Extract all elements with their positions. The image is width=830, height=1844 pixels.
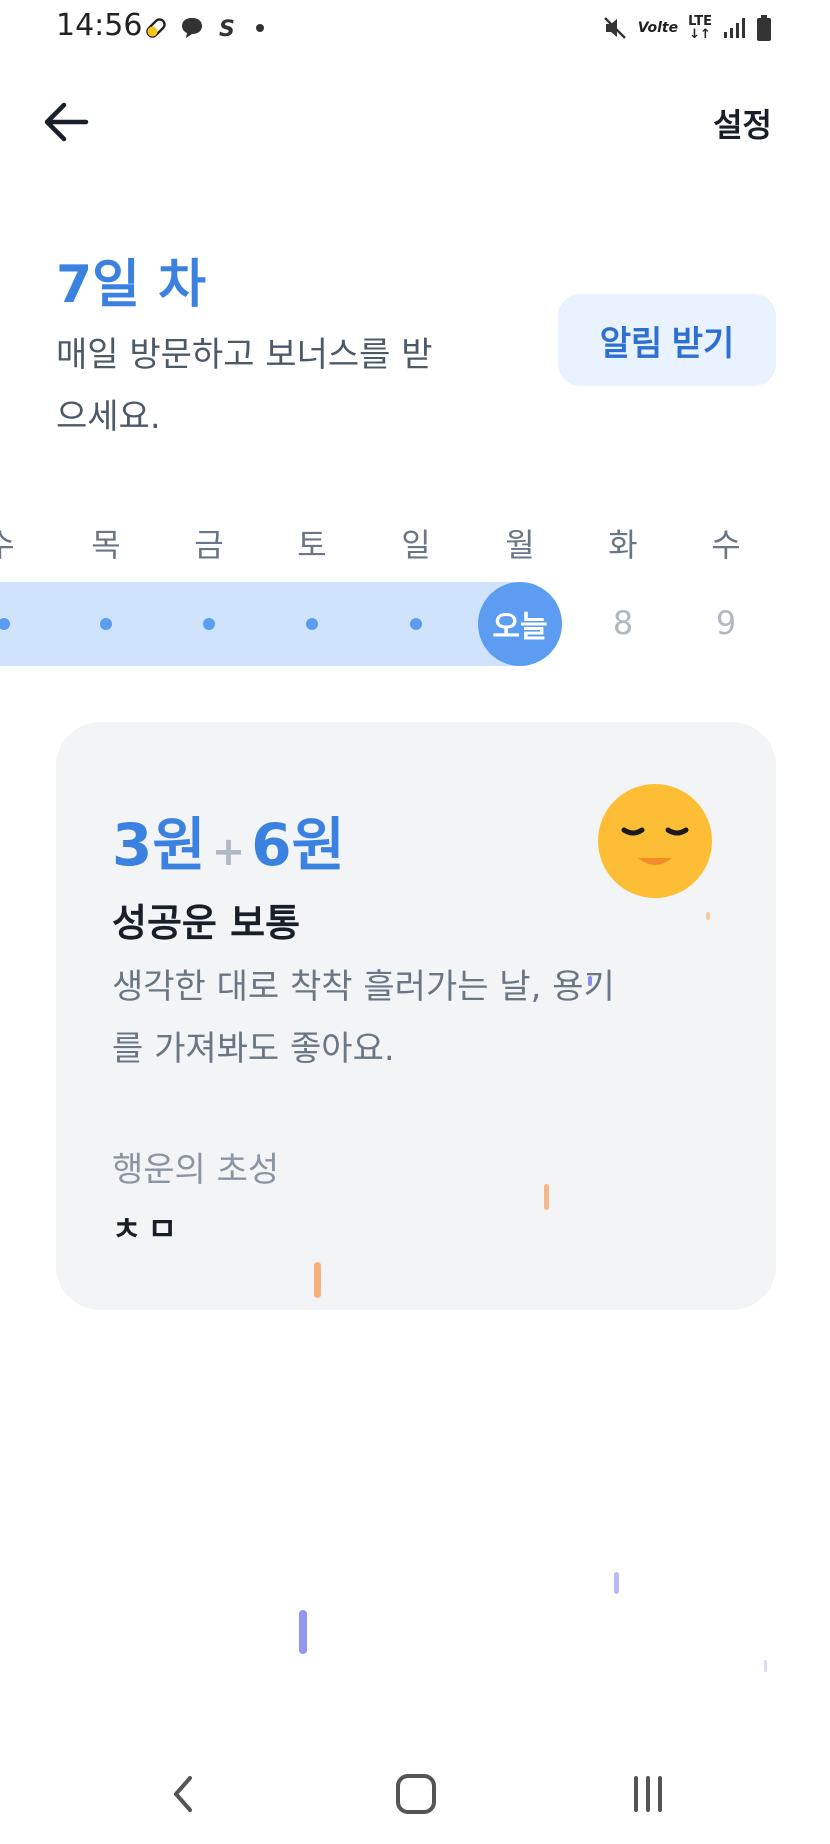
system-nav-bar: [0, 1740, 830, 1844]
weekday-label: 일: [401, 526, 431, 564]
attended-day-dot: [306, 618, 318, 630]
notify-button[interactable]: 알림 받기: [558, 294, 776, 386]
confetti-piece: [588, 976, 592, 986]
pill-icon: [146, 18, 166, 38]
weekday-label: 월: [505, 526, 535, 564]
lucky-initials-value: ㅊㅁ: [112, 1210, 183, 1248]
confetti-piece: [299, 1610, 307, 1654]
luck-message: 생각한 대로 착착 흘러가는 날, 용기를 가져봐도 좋아요.: [112, 967, 615, 1069]
battery-icon: [757, 15, 771, 41]
fortune-card: 3원 + 6원 성공운 보통 생각한 대로 착착 흘러가는 날, 용기를 가져봐…: [56, 722, 776, 1310]
back-button[interactable]: [38, 94, 94, 150]
future-day-date: 8: [612, 604, 634, 642]
attended-day-dot: [100, 618, 112, 630]
attended-day-dot: [203, 618, 215, 630]
bonus-reward: 6원: [251, 811, 345, 879]
attended-day-dot: [410, 618, 422, 630]
future-day-date: 9: [715, 604, 737, 642]
status-right-icons: Volte LTE ↓↑: [602, 14, 772, 42]
mute-icon: [603, 17, 626, 39]
luck-title: 성공운 보통: [112, 901, 301, 945]
chat-icon: [182, 18, 202, 38]
s-app-icon: S: [219, 17, 235, 42]
notification-dot-icon: [256, 24, 264, 32]
day-title: 7일 차: [56, 255, 206, 315]
confetti-piece: [544, 1184, 549, 1210]
svg-text:S: S: [219, 17, 235, 42]
chevron-left-icon: [174, 1776, 192, 1812]
confetti-piece: [764, 1660, 767, 1672]
status-left-icons: S: [142, 14, 270, 42]
nav-home-button[interactable]: [386, 1764, 446, 1824]
weekday-label: 수: [711, 526, 741, 564]
weekday-label: 화: [608, 526, 638, 564]
relieved-face-icon: [598, 784, 712, 898]
weekday-label: 금: [194, 526, 224, 564]
nav-recents-button[interactable]: [618, 1764, 678, 1824]
plus-sign: +: [211, 829, 246, 875]
weekday-label: 목: [91, 526, 121, 564]
confetti-piece: [614, 1572, 619, 1594]
confetti-piece: [706, 912, 710, 920]
confetti-piece: [314, 1262, 321, 1298]
status-bar: 14:56 S Volte LTE ↓↑: [0, 0, 830, 60]
recents-icon: [634, 1776, 662, 1812]
lte-label: LTE: [688, 14, 712, 29]
weekday-label: 수: [0, 520, 40, 566]
lucky-initials-label: 행운의 초성: [112, 1150, 280, 1190]
weekday-row: 수 목 금 토 일 월 화 수: [0, 520, 830, 564]
lte-indicator: LTE ↓↑: [688, 14, 712, 42]
settings-link[interactable]: 설정: [713, 100, 772, 146]
base-reward: 3원: [112, 811, 206, 879]
home-square-icon: [396, 1774, 436, 1814]
today-badge: 오늘: [478, 582, 562, 666]
status-time: 14:56: [56, 8, 143, 43]
day-subtitle: 매일 방문하고 보너스를 받으세요.: [56, 335, 433, 437]
nav-back-button[interactable]: [154, 1764, 214, 1824]
volte-label: Volte: [637, 20, 679, 36]
reward-summary: 3원 + 6원: [112, 798, 345, 882]
signal-icon: [724, 18, 745, 38]
weekday-label: 토: [297, 526, 327, 564]
attendance-progress-track: [0, 582, 560, 666]
arrow-left-icon: [44, 102, 89, 142]
